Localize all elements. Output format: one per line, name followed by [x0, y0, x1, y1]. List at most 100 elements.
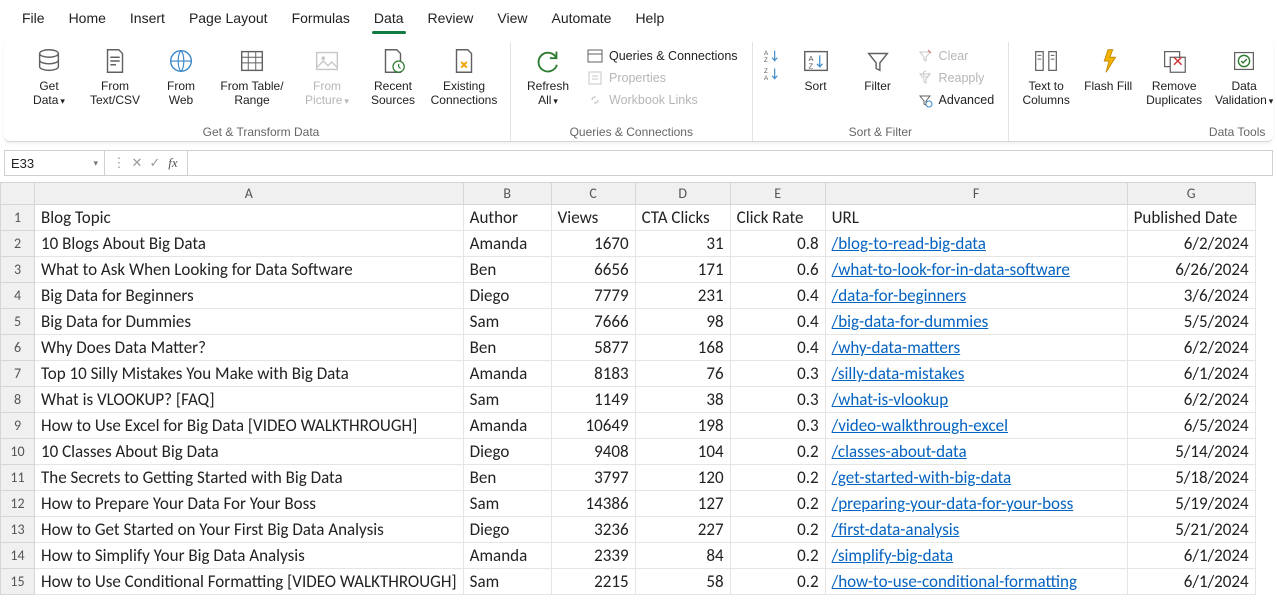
cell[interactable]: 0.2: [730, 439, 825, 465]
cell[interactable]: /classes-about-data: [825, 439, 1127, 465]
cell[interactable]: 0.4: [730, 283, 825, 309]
row-header[interactable]: 10: [1, 439, 35, 465]
cell[interactable]: 2339: [551, 543, 635, 569]
cell[interactable]: 5/5/2024: [1127, 309, 1255, 335]
select-all-corner[interactable]: [1, 183, 35, 205]
cell[interactable]: 120: [635, 465, 730, 491]
from-web-button[interactable]: From Web: [154, 42, 208, 108]
cell[interactable]: 1149: [551, 387, 635, 413]
cell[interactable]: /video-walkthrough-excel: [825, 413, 1127, 439]
col-header[interactable]: F: [825, 183, 1127, 205]
queries-connections-button[interactable]: Queries & Connections: [583, 46, 742, 66]
cell[interactable]: Sam: [463, 569, 551, 595]
cell[interactable]: 0.8: [730, 231, 825, 257]
url-link[interactable]: /what-is-vlookup: [832, 389, 949, 410]
cell[interactable]: 5/14/2024: [1127, 439, 1255, 465]
cell[interactable]: Published Date: [1127, 205, 1255, 231]
cell[interactable]: The Secrets to Getting Started with Big …: [35, 465, 464, 491]
row-header[interactable]: 15: [1, 569, 35, 595]
cell[interactable]: 171: [635, 257, 730, 283]
chevron-down-icon[interactable]: ▾: [93, 158, 98, 169]
cell[interactable]: /silly-data-mistakes: [825, 361, 1127, 387]
menu-data[interactable]: Data: [362, 4, 416, 34]
url-link[interactable]: /why-data-matters: [832, 337, 961, 358]
url-link[interactable]: /simplify-big-data: [832, 545, 954, 566]
row-header[interactable]: 14: [1, 543, 35, 569]
cell[interactable]: 0.3: [730, 413, 825, 439]
url-link[interactable]: /classes-about-data: [832, 441, 967, 462]
cell[interactable]: Amanda: [463, 543, 551, 569]
row-header[interactable]: 1: [1, 205, 35, 231]
cell[interactable]: 0.4: [730, 309, 825, 335]
row-header[interactable]: 9: [1, 413, 35, 439]
get-data-button[interactable]: Get Data▾: [22, 42, 76, 108]
recent-sources-button[interactable]: Recent Sources: [366, 42, 420, 108]
cell[interactable]: Ben: [463, 335, 551, 361]
sort-asc-button[interactable]: AZ: [763, 48, 781, 64]
cell[interactable]: Amanda: [463, 231, 551, 257]
cell[interactable]: 168: [635, 335, 730, 361]
sort-desc-button[interactable]: ZA: [763, 66, 781, 82]
cell[interactable]: 0.2: [730, 569, 825, 595]
cancel-icon[interactable]: ✕: [129, 155, 145, 171]
menu-home[interactable]: Home: [57, 4, 118, 34]
cell[interactable]: 58: [635, 569, 730, 595]
data-validation-button[interactable]: Data Validation▾: [1213, 42, 1275, 108]
cell[interactable]: /blog-to-read-big-data: [825, 231, 1127, 257]
row-header[interactable]: 2: [1, 231, 35, 257]
cell[interactable]: Views: [551, 205, 635, 231]
cell[interactable]: 38: [635, 387, 730, 413]
row-header[interactable]: 13: [1, 517, 35, 543]
col-header[interactable]: A: [35, 183, 464, 205]
menu-view[interactable]: View: [485, 4, 539, 34]
cell[interactable]: CTA Clicks: [635, 205, 730, 231]
cell[interactable]: 7779: [551, 283, 635, 309]
row-header[interactable]: 6: [1, 335, 35, 361]
cell[interactable]: 2215: [551, 569, 635, 595]
cell[interactable]: 0.2: [730, 543, 825, 569]
cell[interactable]: How to Prepare Your Data For Your Boss: [35, 491, 464, 517]
menu-file[interactable]: File: [10, 4, 57, 34]
cell[interactable]: 10 Blogs About Big Data: [35, 231, 464, 257]
cell[interactable]: 76: [635, 361, 730, 387]
cell[interactable]: 10649: [551, 413, 635, 439]
cell[interactable]: Big Data for Dummies: [35, 309, 464, 335]
cell[interactable]: Author: [463, 205, 551, 231]
cell[interactable]: What is VLOOKUP? [FAQ]: [35, 387, 464, 413]
col-header[interactable]: C: [551, 183, 635, 205]
cell[interactable]: /what-to-look-for-in-data-software: [825, 257, 1127, 283]
cell[interactable]: /why-data-matters: [825, 335, 1127, 361]
cell[interactable]: Big Data for Beginners: [35, 283, 464, 309]
cell[interactable]: 6/1/2024: [1127, 569, 1255, 595]
cell[interactable]: 1670: [551, 231, 635, 257]
cell[interactable]: How to Use Excel for Big Data [VIDEO WAL…: [35, 413, 464, 439]
cell[interactable]: Sam: [463, 309, 551, 335]
cell[interactable]: 6/5/2024: [1127, 413, 1255, 439]
row-header[interactable]: 7: [1, 361, 35, 387]
url-link[interactable]: /preparing-your-data-for-your-boss: [832, 493, 1074, 514]
cell[interactable]: Diego: [463, 517, 551, 543]
cell[interactable]: 0.2: [730, 491, 825, 517]
cell[interactable]: 5/19/2024: [1127, 491, 1255, 517]
expand-icon[interactable]: ⋮: [111, 155, 127, 171]
cell[interactable]: 0.2: [730, 465, 825, 491]
url-link[interactable]: /what-to-look-for-in-data-software: [832, 259, 1070, 280]
refresh-all-button[interactable]: Refresh All▾: [521, 42, 575, 108]
formula-input[interactable]: [188, 156, 1272, 171]
url-link[interactable]: /data-for-beginners: [832, 285, 967, 306]
cell[interactable]: 227: [635, 517, 730, 543]
cell[interactable]: 104: [635, 439, 730, 465]
flash-fill-button[interactable]: Flash Fill: [1081, 42, 1135, 94]
cell[interactable]: What to Ask When Looking for Data Softwa…: [35, 257, 464, 283]
cell[interactable]: Diego: [463, 283, 551, 309]
accept-icon[interactable]: ✓: [147, 155, 163, 171]
row-header[interactable]: 8: [1, 387, 35, 413]
cell[interactable]: 9408: [551, 439, 635, 465]
cell[interactable]: Amanda: [463, 361, 551, 387]
cell[interactable]: /big-data-for-dummies: [825, 309, 1127, 335]
cell[interactable]: /preparing-your-data-for-your-boss: [825, 491, 1127, 517]
col-header[interactable]: B: [463, 183, 551, 205]
cell[interactable]: 3797: [551, 465, 635, 491]
row-header[interactable]: 5: [1, 309, 35, 335]
col-header[interactable]: G: [1127, 183, 1255, 205]
